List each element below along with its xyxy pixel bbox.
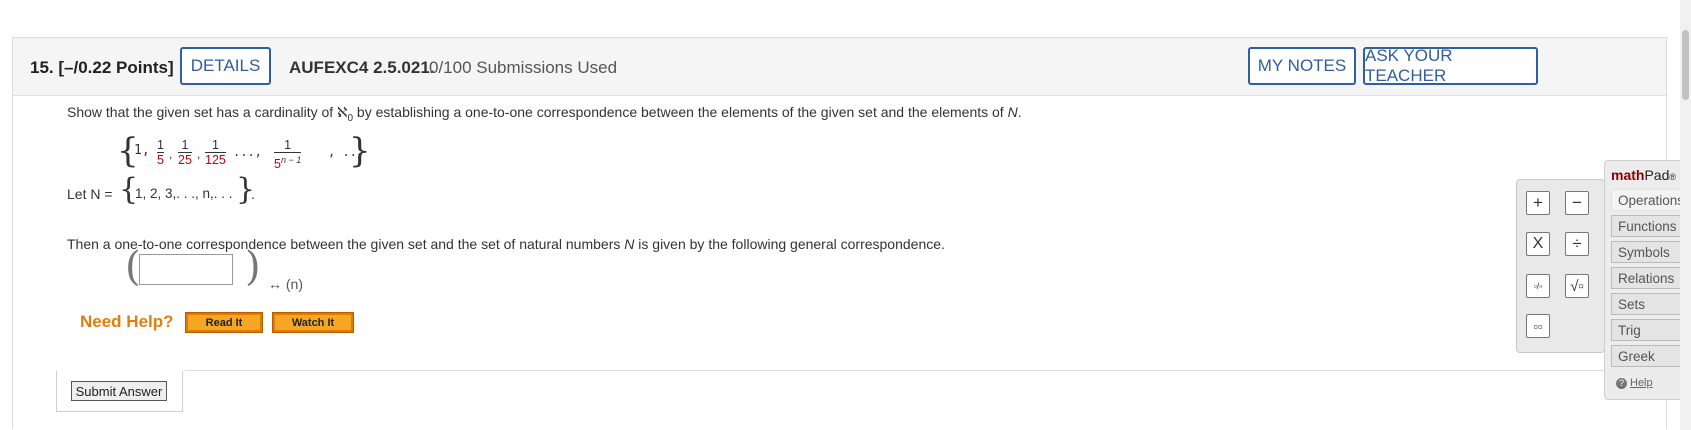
tab-trig[interactable]: Trig: [1611, 319, 1691, 341]
let-n-label: Let N =: [67, 186, 113, 202]
mathpad-keypad: + − X ÷ ▫/▫ √▫ ▫▫: [1516, 179, 1605, 353]
scrollbar-thumb[interactable]: [1682, 30, 1689, 100]
fraction-term: 1 25: [178, 138, 192, 167]
minus-key[interactable]: −: [1565, 191, 1589, 215]
fraction-key[interactable]: ▫/▫: [1526, 274, 1550, 298]
question-code: AUFEXC4 2.5.021.: [289, 58, 435, 77]
my-notes-button[interactable]: MY NOTES: [1248, 47, 1356, 85]
tab-functions[interactable]: Functions: [1611, 215, 1691, 237]
right-paren: ): [245, 244, 261, 290]
times-key[interactable]: X: [1526, 232, 1550, 256]
submissions-used: 0/100 Submissions Used: [429, 58, 618, 77]
question-header: 15. [–/0.22 Points] DETAILS AUFEXC4 2.5.…: [13, 38, 1666, 96]
read-it-button[interactable]: Read It: [185, 312, 263, 333]
tab-symbols[interactable]: Symbols: [1611, 241, 1691, 263]
watch-it-button[interactable]: Watch It: [272, 312, 354, 333]
mathpad-logo: mathPad®: [1611, 167, 1677, 183]
divide-key[interactable]: ÷: [1565, 232, 1589, 256]
question-number-points: 15. [–/0.22 Points]: [30, 58, 174, 77]
correspondence-text: Then a one-to-one correspondence between…: [67, 236, 945, 252]
right-brace: }: [349, 131, 371, 171]
question-prompt: Show that the given set has a cardinalit…: [67, 104, 1022, 124]
submit-answer-button[interactable]: Submit Answer: [71, 381, 167, 401]
plus-key[interactable]: +: [1526, 191, 1550, 215]
tab-greek[interactable]: Greek: [1611, 345, 1691, 367]
correspondence-arrow: ↔ (n): [268, 276, 303, 292]
exponent-key[interactable]: ▫▫: [1526, 314, 1550, 338]
natural-numbers-set: 1, 2, 3,. . ., n,. . .: [135, 186, 233, 201]
need-help-label: Need Help?: [80, 312, 174, 331]
set-ellipsis: ...,: [233, 145, 262, 159]
square-root-key[interactable]: √▫: [1565, 274, 1589, 298]
fraction-term: 15: [157, 138, 164, 167]
fraction-term: 1 125: [205, 138, 226, 167]
answer-input[interactable]: [139, 254, 233, 285]
details-button[interactable]: DETAILS: [180, 47, 271, 85]
period: .: [251, 186, 255, 202]
fraction-general-term: 1 5n − 1: [274, 138, 302, 172]
tab-operations[interactable]: Operations: [1611, 189, 1691, 211]
ask-your-teacher-button[interactable]: ASK YOUR TEACHER: [1363, 46, 1538, 85]
mathpad-help-link[interactable]: ? Help: [1616, 377, 1653, 389]
help-icon: ?: [1616, 377, 1627, 389]
divider: [185, 370, 1610, 371]
tab-relations[interactable]: Relations: [1611, 267, 1691, 289]
tab-sets[interactable]: Sets: [1611, 293, 1691, 315]
set-first-element: 1,: [134, 143, 150, 158]
help-label: Help: [1630, 377, 1653, 389]
